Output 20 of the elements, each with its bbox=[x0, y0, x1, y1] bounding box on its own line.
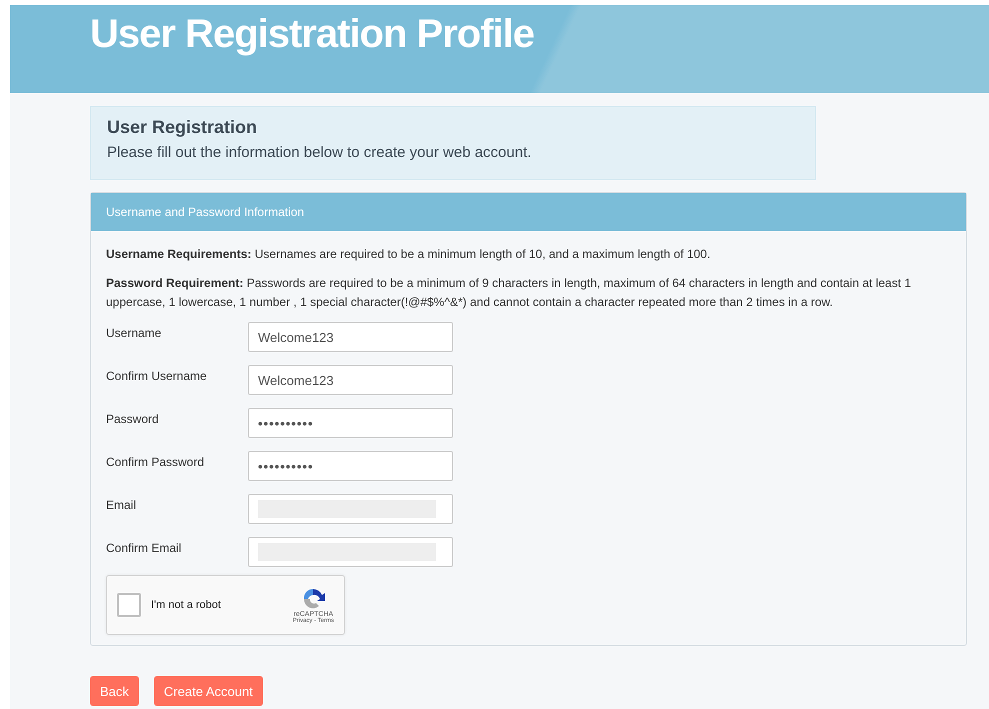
password-field[interactable]: •••••••••• bbox=[248, 408, 453, 438]
password-field[interactable]: •••••••••• bbox=[248, 451, 453, 481]
requirement-text: Username Requirements: Usernames are required to be a minimum length of 10, and a maximum length of 100. bbox=[106, 246, 712, 263]
page-title: User Registration Profile bbox=[90, 11, 534, 58]
captcha-checkbox[interactable] bbox=[117, 593, 141, 617]
intro-title: User Registration bbox=[107, 117, 258, 138]
field-label: Username bbox=[106, 325, 162, 340]
panel-title: Username and Password Information bbox=[106, 205, 304, 219]
requirement-text: Password Requirement: Passwords are required to be a minimum of 9 characters in length, maximum of 64 characters in length and contain at least 1 uppercase, 1 lowercase, 1 number , 1 special character(!@#$%^&*) and cannot contain a character repeated more than 2 times in a row. bbox=[106, 275, 912, 311]
intro-text: Please fill out the information below to create your web account. bbox=[107, 144, 532, 161]
input-field[interactable] bbox=[248, 537, 453, 567]
input-field[interactable] bbox=[248, 494, 453, 524]
field-label: Password bbox=[106, 411, 160, 426]
field-label: Confirm Username bbox=[106, 368, 208, 383]
input-field[interactable]: Welcome123 bbox=[248, 322, 453, 352]
captcha-label: I'm not a robot bbox=[151, 599, 222, 611]
field-label: Confirm Password bbox=[106, 454, 206, 469]
input-field[interactable]: Welcome123 bbox=[248, 365, 453, 395]
field-label: Confirm Email bbox=[106, 540, 182, 555]
field-label: Email bbox=[106, 497, 138, 512]
